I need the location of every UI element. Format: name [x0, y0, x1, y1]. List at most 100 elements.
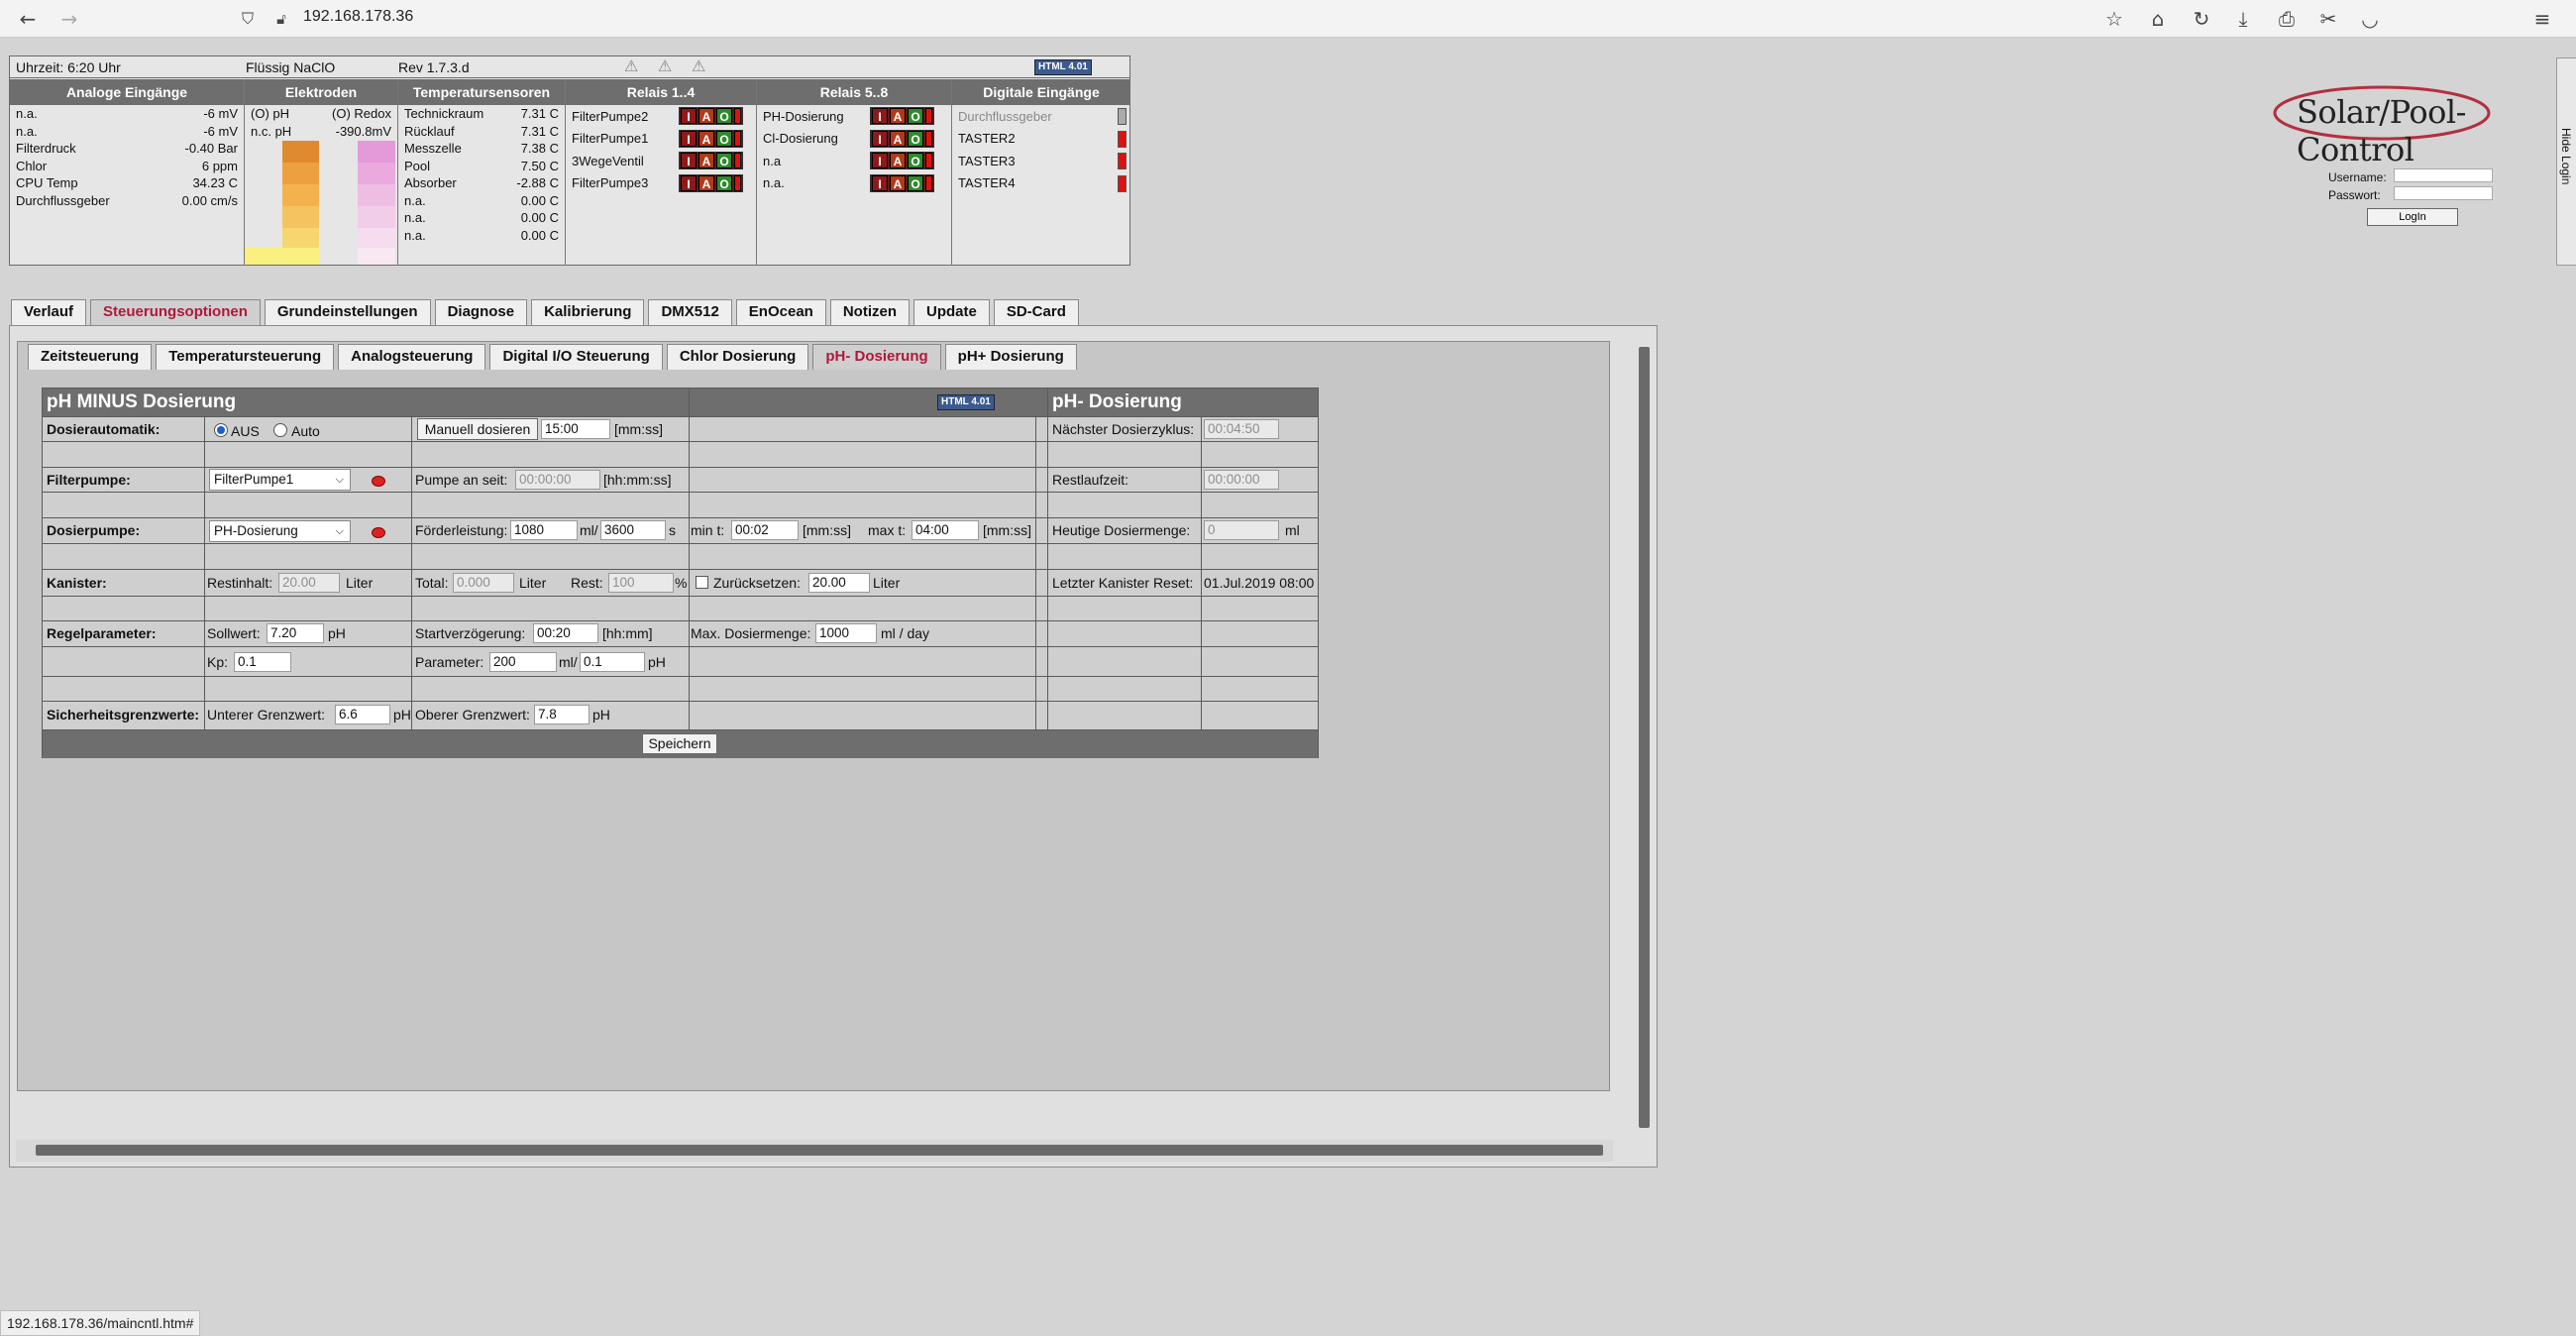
- tab-analogsteuerung[interactable]: Analogsteuerung: [338, 344, 486, 370]
- temperature-column: Temperatursensoren Technickraum 7.31 C Rü…: [398, 79, 566, 266]
- screenshot-icon[interactable]: ✂: [2314, 6, 2342, 32]
- upper-limit-input[interactable]: 7.8: [534, 705, 590, 724]
- bookmark-star-icon[interactable]: ☆: [2100, 6, 2128, 32]
- relay-manual-on-button[interactable]: I: [872, 153, 888, 169]
- status-header: Uhrzeit: 6:20 Uhr Flüssig NaClO Rev 1.7.…: [10, 56, 1129, 78]
- relay-off-button[interactable]: O: [716, 108, 732, 125]
- tab-ph-minus-dosierung[interactable]: pH- Dosierung: [812, 344, 941, 370]
- rest-field: 100: [608, 573, 674, 593]
- relay-off-button[interactable]: O: [908, 108, 923, 125]
- relay-manual-on-button[interactable]: I: [681, 174, 697, 191]
- reset-checkbox[interactable]: [696, 576, 708, 589]
- total-field: 0.000: [453, 573, 514, 593]
- relay-auto-button[interactable]: A: [890, 153, 906, 169]
- relay-manual-on-button[interactable]: I: [681, 130, 697, 147]
- back-icon[interactable]: ←: [14, 6, 42, 32]
- relay-off-button[interactable]: O: [716, 174, 732, 191]
- auto-off-radio[interactable]: [214, 423, 228, 437]
- tab-dmx512[interactable]: DMX512: [648, 299, 732, 325]
- password-label: Passwort:: [2328, 188, 2381, 202]
- horizontal-scrollbar[interactable]: [36, 1145, 1603, 1156]
- tab-verlauf[interactable]: Verlauf: [11, 299, 87, 325]
- tab-update[interactable]: Update: [913, 299, 990, 325]
- temp-row: Pool 7.50 C: [404, 158, 559, 173]
- main-tabs: Verlauf Steuerungsoptionen Grundeinstell…: [11, 299, 1079, 325]
- tab-chlor-dosierung[interactable]: Chlor Dosierung: [666, 344, 809, 370]
- tab-kalibrierung[interactable]: Kalibrierung: [531, 299, 645, 325]
- home-icon[interactable]: ⌂: [2144, 6, 2172, 32]
- max-t-input[interactable]: 04:00: [912, 520, 979, 540]
- relay-off-button[interactable]: O: [908, 130, 923, 147]
- manual-dose-time-input[interactable]: 15:00: [541, 419, 610, 439]
- parameter-ml-input[interactable]: 200: [489, 652, 557, 672]
- tab-enocean[interactable]: EnOcean: [735, 299, 826, 325]
- kp-input[interactable]: 0.1: [234, 652, 291, 672]
- unit-ph: pH: [648, 654, 666, 670]
- save-button[interactable]: Speichern: [642, 733, 717, 754]
- password-input[interactable]: [2394, 186, 2493, 200]
- vertical-scrollbar[interactable]: [1639, 347, 1650, 1128]
- hide-login-tab[interactable]: Hide Login: [2556, 57, 2576, 266]
- menu-icon[interactable]: ≡: [2528, 6, 2556, 32]
- relay-off-button[interactable]: O: [908, 174, 923, 191]
- relay-off-button[interactable]: O: [908, 153, 923, 169]
- shield-icon[interactable]: ⛉: [234, 6, 262, 32]
- remaining-label: Restlaufzeit:: [1052, 472, 1129, 488]
- lower-limit-input[interactable]: 6.6: [335, 705, 390, 724]
- min-t-label: min t:: [691, 522, 725, 538]
- relay-manual-on-button[interactable]: I: [872, 108, 888, 125]
- max-t-label: max t:: [868, 522, 907, 538]
- filter-pump-select[interactable]: FilterPumpe1 ⌵: [209, 469, 351, 491]
- min-t-input[interactable]: 00:02: [731, 520, 799, 540]
- login-button[interactable]: LogIn: [2367, 208, 2458, 226]
- forward-icon[interactable]: →: [55, 6, 83, 32]
- download-icon[interactable]: ⤓: [2229, 6, 2257, 32]
- tab-digital-io[interactable]: Digital I/O Steuerung: [489, 344, 663, 370]
- relay-auto-button[interactable]: A: [890, 130, 906, 147]
- tab-temperatursteuerung[interactable]: Temperatursteuerung: [156, 344, 335, 370]
- tab-diagnose[interactable]: Diagnose: [434, 299, 528, 325]
- tab-ph-plus-dosierung[interactable]: pH+ Dosierung: [944, 344, 1077, 370]
- reset-amount-input[interactable]: 20.00: [808, 573, 870, 593]
- doser-pump-select[interactable]: PH-Dosierung ⌵: [209, 520, 351, 542]
- tab-steuerungsoptionen[interactable]: Steuerungsoptionen: [90, 299, 261, 325]
- tab-notizen[interactable]: Notizen: [829, 299, 910, 325]
- relay-auto-button[interactable]: A: [698, 174, 714, 191]
- relay-off-button[interactable]: O: [716, 153, 732, 169]
- auto-on-radio[interactable]: [273, 423, 287, 437]
- tab-grundeinstellungen[interactable]: Grundeinstellungen: [264, 299, 431, 325]
- max-dose-input[interactable]: 1000: [815, 623, 877, 643]
- relay-off-button[interactable]: O: [716, 130, 732, 147]
- setpoint-input[interactable]: 7.20: [267, 623, 324, 643]
- flow-ml-input[interactable]: 1080: [510, 520, 578, 540]
- relay-auto-button[interactable]: A: [890, 174, 906, 191]
- reload-icon[interactable]: ↻: [2188, 6, 2215, 32]
- parameter-ph-input[interactable]: 0.1: [580, 652, 645, 672]
- username-input[interactable]: [2394, 168, 2493, 182]
- relay-manual-on-button[interactable]: I: [681, 108, 697, 125]
- status-bar: 192.168.178.36/maincntl.htm#: [0, 1310, 201, 1336]
- next-cycle-field: 00:04:50: [1204, 419, 1279, 439]
- flow-seconds-input[interactable]: 3600: [600, 520, 666, 540]
- relay-manual-on-button[interactable]: I: [872, 130, 888, 147]
- relay-manual-on-button[interactable]: I: [681, 153, 697, 169]
- relays-1-4-header: Relais 1..4: [566, 79, 756, 105]
- tab-sd-card[interactable]: SD-Card: [993, 299, 1079, 325]
- unit-ph: pH: [393, 707, 411, 723]
- next-cycle-label: Nächster Dosierzyklus:: [1052, 421, 1195, 437]
- start-delay-input[interactable]: 00:20: [533, 623, 598, 643]
- relay-auto-button[interactable]: A: [698, 130, 714, 147]
- unit-ml-slash: ml/: [580, 522, 598, 538]
- page-info-icon[interactable]: 🔓︎: [268, 6, 295, 32]
- relay-auto-button[interactable]: A: [890, 108, 906, 125]
- digital-state-indicator: [1118, 153, 1127, 169]
- relay-manual-on-button[interactable]: I: [872, 174, 888, 191]
- tab-zeitsteuerung[interactable]: Zeitsteuerung: [28, 344, 153, 370]
- manual-dose-button[interactable]: Manuell dosieren: [417, 418, 538, 440]
- relay-auto-button[interactable]: A: [698, 153, 714, 169]
- relay-auto-button[interactable]: A: [698, 108, 714, 125]
- temperature-header: Temperatursensoren: [398, 79, 565, 105]
- url-bar[interactable]: 192.168.178.36: [303, 8, 413, 26]
- print-icon[interactable]: ⎙: [2273, 6, 2301, 32]
- pocket-icon[interactable]: ◡: [2356, 6, 2384, 32]
